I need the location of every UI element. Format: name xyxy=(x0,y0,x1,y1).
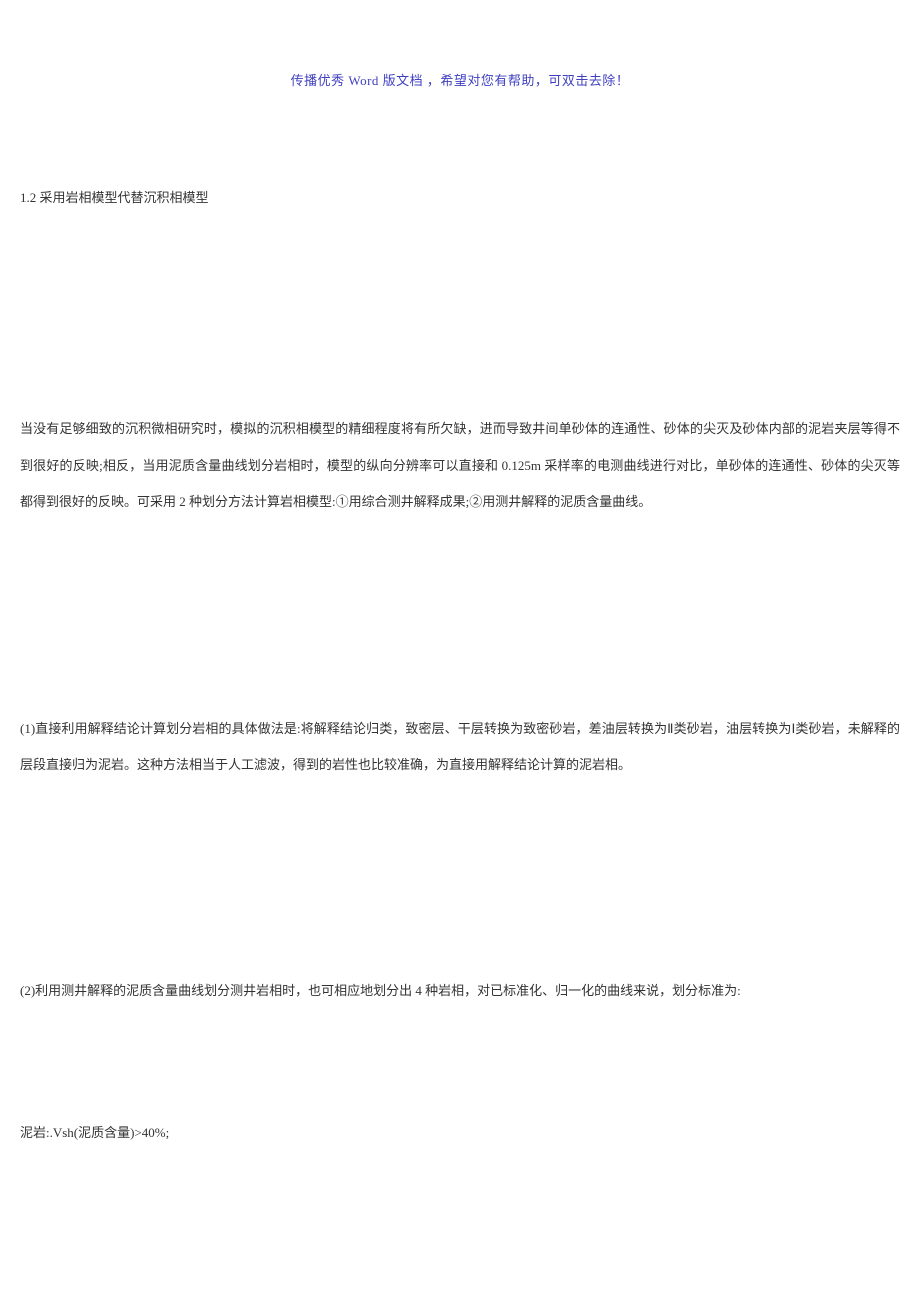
paragraph-3: (2)利用测井解释的泥质含量曲线划分测井岩相时，也可相应地划分出 4 种岩相，对… xyxy=(20,973,900,1009)
section-title: 1.2 采用岩相模型代替沉积相模型 xyxy=(20,180,900,216)
paragraph-2: (1)直接利用解释结论计算划分岩相的具体做法是:将解释结论归类，致密层、干层转换… xyxy=(20,711,900,784)
header-notice: 传播优秀 Word 版文档 ，希望对您有帮助，可双击去除！ xyxy=(0,70,920,89)
paragraph-1: 当没有足够细致的沉积微相研究时，模拟的沉积相模型的精细程度将有所欠缺，进而导致井… xyxy=(20,411,900,520)
paragraph-4: 泥岩:.Vsh(泥质含量)>40%; xyxy=(20,1115,900,1151)
document-content: 1.2 采用岩相模型代替沉积相模型 当没有足够细致的沉积微相研究时，模拟的沉积相… xyxy=(20,180,900,1256)
